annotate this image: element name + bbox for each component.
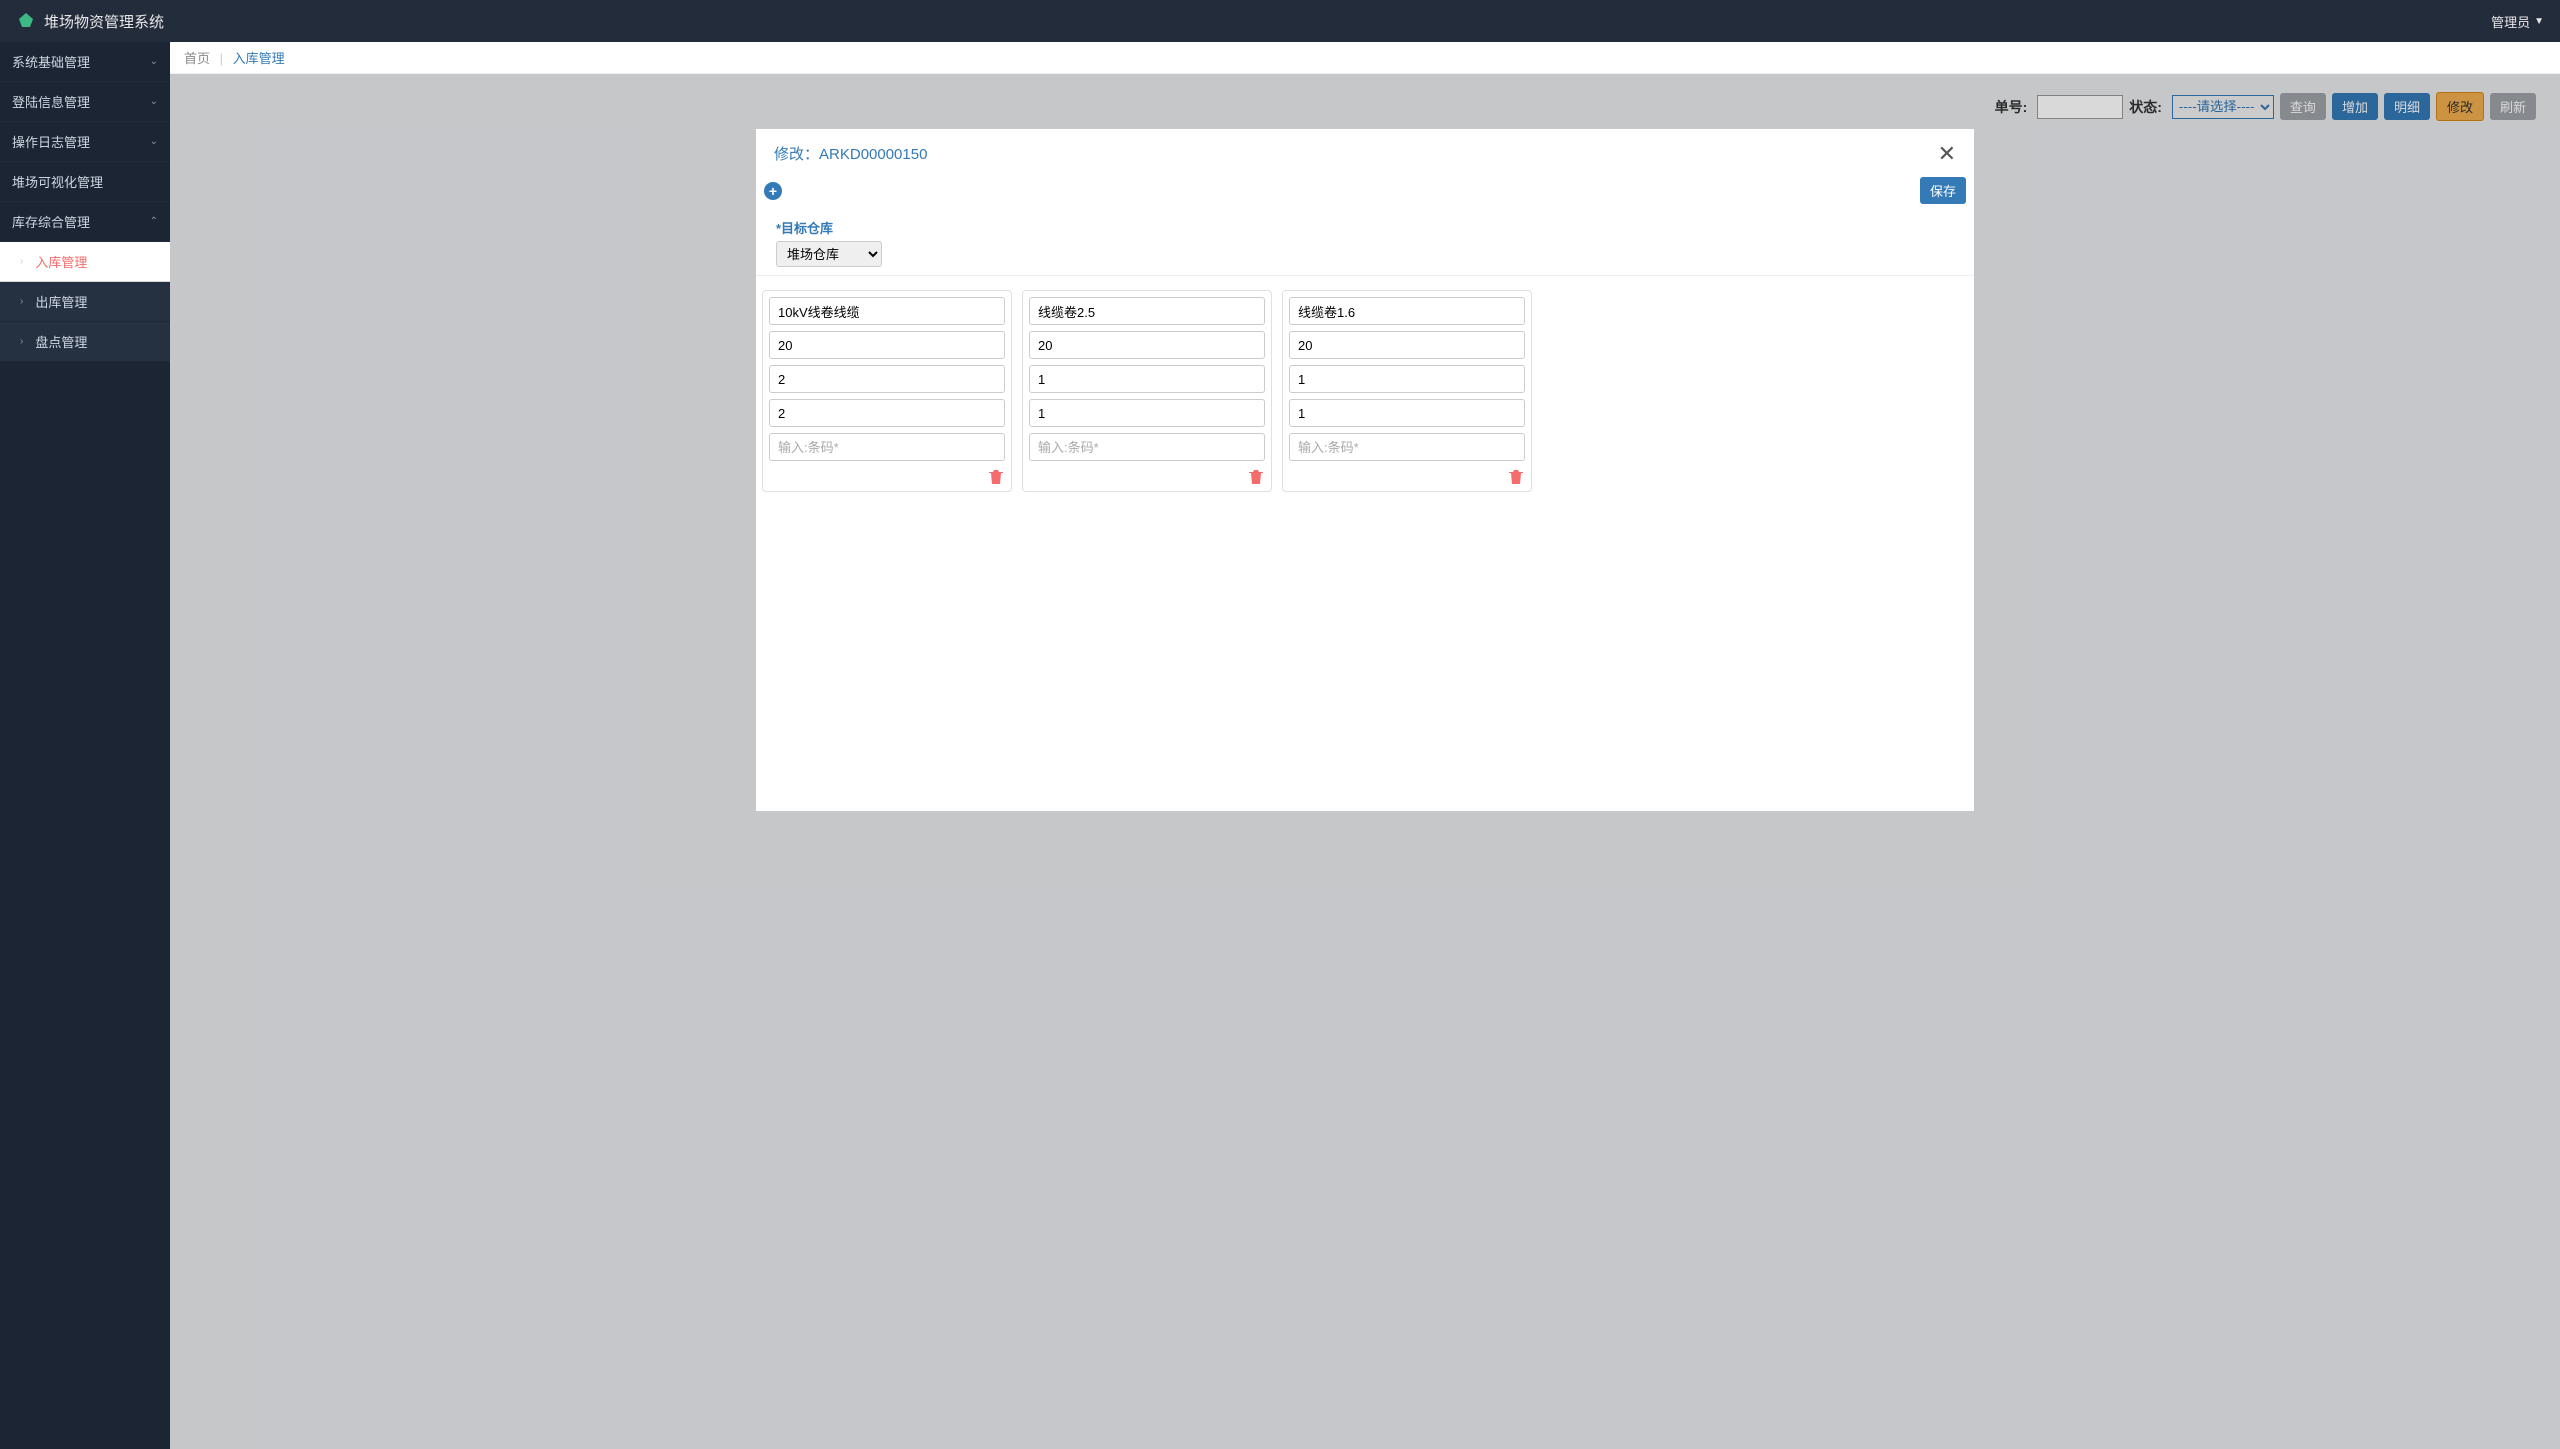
menu-op-log[interactable]: 操作日志管理 ⌄ <box>0 122 170 162</box>
sidebar: 系统基础管理 ⌄ 登陆信息管理 ⌄ 操作日志管理 ⌄ 堆场可视化管理 库存综合管… <box>0 42 170 1449</box>
menu-login-info[interactable]: 登陆信息管理 ⌄ <box>0 82 170 122</box>
breadcrumb: 首页 | 入库管理 <box>170 42 2560 74</box>
chevron-down-icon: ⌄ <box>150 136 158 147</box>
modal-header: 修改：ARKD00000150 ✕ <box>756 129 1974 177</box>
content-area: 单号: 状态: ----请选择---- 查询 增加 明细 修改 刷新 修改：AR… <box>170 74 2560 1449</box>
main-area: 首页 | 入库管理 单号: 状态: ----请选择---- 查询 增加 明细 修… <box>170 42 2560 1449</box>
items-row <box>756 276 1974 506</box>
delete-row <box>1289 467 1525 485</box>
menu-yard-visual[interactable]: 堆场可视化管理 <box>0 162 170 202</box>
item-card <box>1282 290 1532 492</box>
breadcrumb-current: 入库管理 <box>233 51 285 66</box>
trash-icon[interactable] <box>1509 469 1523 485</box>
add-row-button[interactable]: + <box>764 182 782 200</box>
sidebar-item-label: 出库管理 <box>35 292 87 311</box>
menu-system-base[interactable]: 系统基础管理 ⌄ <box>0 42 170 82</box>
target-warehouse-label: *目标仓库 <box>776 218 1954 237</box>
breadcrumb-home[interactable]: 首页 <box>184 51 210 66</box>
trash-icon[interactable] <box>989 469 1003 485</box>
modal-overlay: 修改：ARKD00000150 ✕ + 保存 *目标仓库 堆场仓库 <box>170 74 2560 1449</box>
menu-label: 堆场可视化管理 <box>12 172 103 191</box>
chevron-down-icon: ⌄ <box>150 96 158 107</box>
delete-row <box>769 467 1005 485</box>
item-field2-input[interactable] <box>769 331 1005 359</box>
modal-sub-header: + 保存 <box>756 177 1974 204</box>
menu-label: 登陆信息管理 <box>12 92 90 111</box>
chevron-right-icon: › <box>20 296 23 307</box>
save-button[interactable]: 保存 <box>1920 177 1966 204</box>
caret-down-icon: ▼ <box>2534 16 2544 27</box>
item-field4-input[interactable] <box>1029 399 1265 427</box>
chevron-right-icon: › <box>20 256 23 267</box>
chevron-down-icon: ⌄ <box>150 56 158 67</box>
sidebar-item-inventory-check[interactable]: › 盘点管理 <box>0 322 170 362</box>
sidebar-item-outbound[interactable]: › 出库管理 <box>0 282 170 322</box>
item-card <box>762 290 1012 492</box>
top-bar: 堆场物资管理系统 管理员 ▼ <box>0 0 2560 42</box>
item-field3-input[interactable] <box>1029 365 1265 393</box>
user-dropdown[interactable]: 管理员 ▼ <box>2491 12 2544 31</box>
item-barcode-input[interactable] <box>769 433 1005 461</box>
menu-label: 系统基础管理 <box>12 52 90 71</box>
breadcrumb-separator: | <box>220 51 223 66</box>
item-name-input[interactable] <box>1029 297 1265 325</box>
app-title: 堆场物资管理系统 <box>44 11 164 32</box>
chevron-right-icon: › <box>20 336 23 347</box>
delete-row <box>1029 467 1265 485</box>
item-barcode-input[interactable] <box>1289 433 1525 461</box>
sidebar-item-label: 盘点管理 <box>35 332 87 351</box>
item-field3-input[interactable] <box>769 365 1005 393</box>
edit-modal: 修改：ARKD00000150 ✕ + 保存 *目标仓库 堆场仓库 <box>756 129 1974 811</box>
menu-label: 库存综合管理 <box>12 212 90 231</box>
menu-inventory[interactable]: 库存综合管理 ⌃ <box>0 202 170 242</box>
modal-title: 修改：ARKD00000150 <box>774 143 927 164</box>
sidebar-item-label: 入库管理 <box>35 252 87 271</box>
target-warehouse-block: *目标仓库 堆场仓库 <box>756 204 1974 276</box>
trash-icon[interactable] <box>1249 469 1263 485</box>
item-field4-input[interactable] <box>769 399 1005 427</box>
item-card <box>1022 290 1272 492</box>
close-icon[interactable]: ✕ <box>1938 143 1956 165</box>
item-name-input[interactable] <box>769 297 1005 325</box>
chevron-up-icon: ⌃ <box>150 216 158 227</box>
user-label: 管理员 <box>2491 12 2530 31</box>
item-field2-input[interactable] <box>1029 331 1265 359</box>
item-field4-input[interactable] <box>1289 399 1525 427</box>
target-warehouse-select[interactable]: 堆场仓库 <box>776 241 882 267</box>
item-barcode-input[interactable] <box>1029 433 1265 461</box>
main-layout: 系统基础管理 ⌄ 登陆信息管理 ⌄ 操作日志管理 ⌄ 堆场可视化管理 库存综合管… <box>0 42 2560 1449</box>
item-name-input[interactable] <box>1289 297 1525 325</box>
menu-label: 操作日志管理 <box>12 132 90 151</box>
item-field3-input[interactable] <box>1289 365 1525 393</box>
sidebar-item-inbound[interactable]: › 入库管理 <box>0 242 170 282</box>
item-field2-input[interactable] <box>1289 331 1525 359</box>
topbar-left: 堆场物资管理系统 <box>16 11 164 32</box>
logo-icon <box>16 11 36 31</box>
